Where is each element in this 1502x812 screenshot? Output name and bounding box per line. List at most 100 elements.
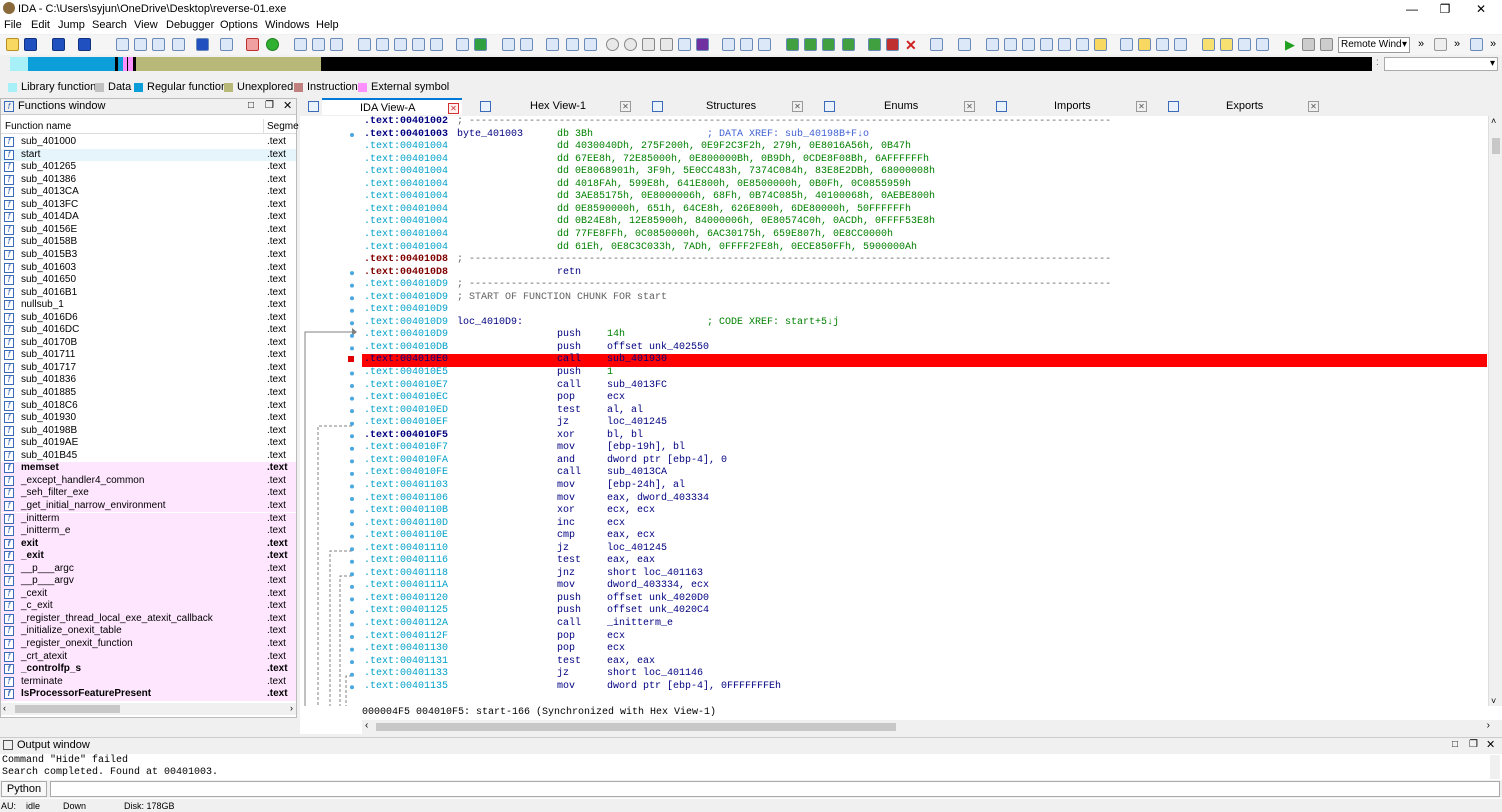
- instruction-dot[interactable]: [350, 547, 354, 552]
- disasm-operand[interactable]: loc_401245: [607, 417, 667, 430]
- function-row[interactable]: f _except_handler4_common .text: [1, 474, 296, 488]
- toolbar-icon-50[interactable]: [1470, 38, 1483, 51]
- instruction-dot[interactable]: [350, 647, 354, 652]
- disasm-line[interactable]: .text:004010EC pop ecx: [362, 392, 1487, 405]
- function-row[interactable]: f sub_4015B3 .text: [1, 249, 296, 262]
- scroll-thumb[interactable]: [376, 723, 896, 731]
- function-row[interactable]: f __p___argv .text: [1, 575, 296, 588]
- function-row[interactable]: f _initterm .text: [1, 512, 296, 525]
- toolbar-icon-37[interactable]: [1040, 38, 1053, 51]
- disasm-line[interactable]: .text:0040110E cmp eax, ecx: [362, 530, 1487, 543]
- disasm-operand[interactable]: al, al: [607, 405, 643, 418]
- disasm-line[interactable]: .text:00401133 jz short loc_401146: [362, 668, 1487, 681]
- tab-close-icon[interactable]: ✕: [1308, 101, 1319, 112]
- function-row[interactable]: f sub_4013CA .text: [1, 186, 296, 199]
- nav-band-select[interactable]: ▾: [1384, 57, 1498, 71]
- disasm-operand[interactable]: _initterm_e: [607, 618, 673, 631]
- restore-icon[interactable]: ❐: [265, 100, 274, 111]
- toolbar-icon-39[interactable]: [1076, 38, 1089, 51]
- disasm-line[interactable]: .text:00401106 mov eax, dword_403334: [362, 493, 1487, 506]
- disasm-line[interactable]: .text:0040112F pop ecx: [362, 631, 1487, 644]
- function-row[interactable]: f sub_4016B1 .text: [1, 287, 296, 300]
- instruction-dot[interactable]: [350, 446, 354, 451]
- disasm-line[interactable]: .text:00401116 test eax, eax: [362, 555, 1487, 568]
- toolbar-more-3[interactable]: »: [1490, 38, 1496, 50]
- toolbar-icon-46[interactable]: [1220, 38, 1233, 51]
- toolbar-icon-23[interactable]: [722, 38, 735, 51]
- instruction-dot[interactable]: [350, 296, 354, 301]
- function-row[interactable]: f sub_4014DA .text: [1, 211, 296, 224]
- disasm-line[interactable]: .text:004010D9: [362, 304, 1487, 317]
- back-icon[interactable]: [52, 38, 65, 51]
- toolbar-icon-3[interactable]: [152, 38, 165, 51]
- instruction-dot[interactable]: [350, 459, 354, 464]
- function-row[interactable]: f nullsub_1 .text: [1, 299, 296, 312]
- toolbar-icon-40[interactable]: [1094, 38, 1107, 51]
- toolbar-icon-41[interactable]: [1120, 38, 1133, 51]
- toolbar-icon-14[interactable]: [456, 38, 469, 51]
- disasm-line[interactable]: .text:00401110 jz loc_401245: [362, 543, 1487, 556]
- disasm-operand[interactable]: eax, eax: [607, 656, 655, 669]
- toolbar-icon-12[interactable]: [412, 38, 425, 51]
- disasm-operand[interactable]: ecx: [607, 643, 625, 656]
- toolbar-icon-24[interactable]: [740, 38, 753, 51]
- disasm-operand[interactable]: eax, ecx: [607, 530, 655, 543]
- toolbar-icon-28[interactable]: [822, 38, 835, 51]
- function-row[interactable]: f _seh_filter_exe .text: [1, 487, 296, 500]
- instruction-dot[interactable]: [350, 321, 354, 326]
- disasm-line[interactable]: .text:00401004 dd 0E8068901h, 3F9h, 5E0CC…: [362, 166, 1487, 179]
- disasm-line[interactable]: .text:004010E7 call sub_4013FC: [362, 380, 1487, 393]
- toolbar-icon-33[interactable]: [958, 38, 971, 51]
- disasm-line[interactable]: .text:00401004 dd 4030040Dh, 275F200h, 0E…: [362, 141, 1487, 154]
- toolbar-icon-7[interactable]: [312, 38, 325, 51]
- toolbar-icon-2[interactable]: [134, 38, 147, 51]
- toolbar-more[interactable]: »: [1418, 38, 1424, 50]
- toolbar-icon-38[interactable]: [1058, 38, 1071, 51]
- disasm-operand[interactable]: sub_4013FC: [607, 380, 667, 393]
- menu-view[interactable]: View: [134, 19, 158, 31]
- disasm-operand[interactable]: sub_401930: [607, 354, 667, 367]
- function-row[interactable]: f sub_401650 .text: [1, 274, 296, 287]
- graph-overview-icon[interactable]: [306, 98, 319, 115]
- minimize-button[interactable]: —: [1395, 0, 1429, 18]
- toolbar-icon-18[interactable]: [546, 38, 559, 51]
- disasm-line[interactable]: .text:004010D8 ; ------------------------…: [362, 254, 1487, 267]
- green-circle-icon[interactable]: [266, 38, 279, 51]
- tab-close-icon[interactable]: ✕: [964, 101, 975, 112]
- menu-options[interactable]: Options: [220, 19, 258, 31]
- instruction-dot[interactable]: [350, 522, 354, 527]
- disasm-operand[interactable]: short loc_401146: [607, 668, 703, 681]
- disasm-operand[interactable]: [ebp-19h], bl: [607, 442, 685, 455]
- instruction-dot[interactable]: [350, 672, 354, 677]
- instruction-dot[interactable]: [350, 333, 354, 338]
- function-row[interactable]: f _register_onexit_function .text: [1, 638, 296, 651]
- disasm-line[interactable]: .text:004010E0 call sub_401930: [362, 354, 1487, 367]
- scroll-left-icon[interactable]: ‹: [3, 703, 6, 713]
- toolbar-icon-19[interactable]: [566, 38, 579, 51]
- function-row[interactable]: f sub_401885 .text: [1, 387, 296, 400]
- tab-close-icon[interactable]: ✕: [448, 103, 459, 114]
- instruction-dot[interactable]: [350, 409, 354, 414]
- function-row[interactable]: f sub_401930 .text: [1, 412, 296, 425]
- function-row[interactable]: f sub_4016D6 .text: [1, 312, 296, 325]
- save-icon[interactable]: [24, 38, 37, 51]
- disasm-line[interactable]: .text:004010F7 mov [ebp-19h], bl: [362, 442, 1487, 455]
- toolbar-icon-26[interactable]: [786, 38, 799, 51]
- toolbar-icon-6[interactable]: [294, 38, 307, 51]
- disasm-operand[interactable]: ecx, ecx: [607, 505, 655, 518]
- disasm-line[interactable]: .text:004010EF jz loc_401245: [362, 417, 1487, 430]
- toolbar-icon-4[interactable]: [172, 38, 185, 51]
- instruction-dot[interactable]: [350, 283, 354, 288]
- debugger-select[interactable]: Remote Wind ▾: [1338, 37, 1410, 53]
- search-icon[interactable]: [606, 38, 619, 51]
- disasm-operand[interactable]: offset unk_4020D0: [607, 593, 709, 606]
- stop-icon[interactable]: [1320, 38, 1333, 51]
- disasm-line[interactable]: .text:00401004 dd 0B24E8h, 12E85900h, 840…: [362, 216, 1487, 229]
- function-row[interactable]: f sub_40170B .text: [1, 337, 296, 350]
- instruction-dot[interactable]: [350, 597, 354, 602]
- text-icon[interactable]: [246, 38, 259, 51]
- down-arrow-icon[interactable]: [196, 38, 209, 51]
- tab-close-icon[interactable]: ✕: [620, 101, 631, 112]
- python-button[interactable]: Python: [1, 781, 47, 797]
- function-row[interactable]: f _initialize_onexit_table .text: [1, 625, 296, 638]
